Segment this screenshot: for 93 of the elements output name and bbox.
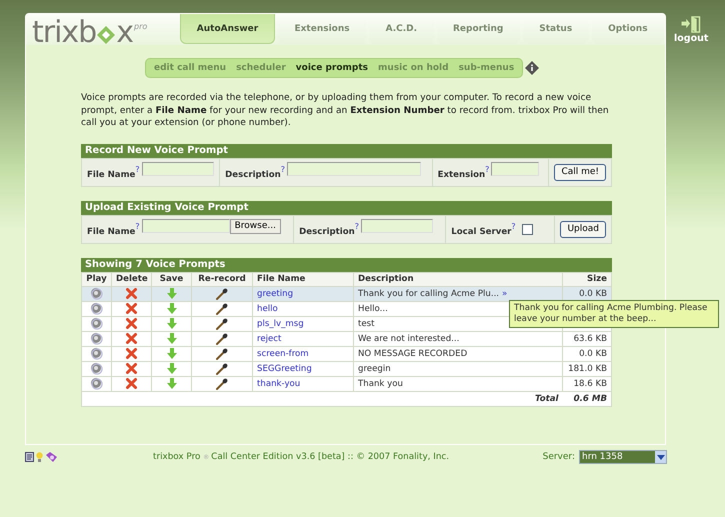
column-header: Save — [152, 272, 192, 286]
help-link[interactable]: ? — [511, 222, 516, 230]
exit-door-icon[interactable] — [681, 16, 702, 33]
delete-icon[interactable] — [126, 363, 137, 374]
field-label: Local Server — [451, 226, 512, 236]
field-label: Description — [225, 170, 281, 180]
download-icon[interactable] — [166, 303, 176, 314]
description-text: Hello... — [358, 304, 388, 314]
file-name-link[interactable]: reject — [257, 334, 282, 344]
microphone-icon[interactable] — [216, 302, 228, 314]
microphone-icon[interactable] — [216, 318, 228, 330]
file-name-link[interactable]: hello — [257, 304, 278, 314]
document-icon[interactable] — [25, 452, 34, 462]
delete-icon[interactable] — [126, 303, 137, 314]
extension-field[interactable] — [491, 162, 540, 176]
file-name-link[interactable]: pls_lv_msg — [257, 318, 304, 328]
description-text: NO MESSAGE RECORDED — [358, 348, 468, 358]
microphone-icon[interactable] — [216, 378, 228, 390]
description-text: Thank you for calling Acme Plu... — [358, 288, 500, 298]
help-link[interactable]: ? — [135, 222, 140, 230]
column-header: Play — [82, 272, 112, 286]
description-text: test — [358, 318, 375, 328]
download-icon[interactable] — [166, 318, 176, 329]
table-cell[interactable]: thank-you — [252, 376, 354, 391]
call-me-button[interactable]: Call me! — [554, 164, 606, 180]
file-size: 0.0 KB — [579, 348, 607, 358]
description-text: We are not interested... — [358, 334, 460, 344]
help-link[interactable]: ? — [135, 164, 140, 174]
description-text: greegin — [358, 364, 391, 374]
download-icon[interactable] — [166, 333, 176, 344]
delete-icon[interactable] — [126, 288, 137, 299]
microphone-icon[interactable] — [216, 348, 228, 360]
file-name-link[interactable]: screen-from — [257, 348, 309, 358]
caret-icon[interactable] — [656, 454, 664, 460]
delete-icon[interactable] — [126, 378, 137, 389]
download-icon[interactable] — [166, 378, 176, 389]
submenu-link[interactable]: voice prompts — [296, 63, 368, 73]
lightbulb-icon[interactable] — [36, 452, 43, 462]
server-label: Server: — [542, 452, 575, 462]
field-label: File Name — [87, 226, 136, 236]
field-label: File Name — [87, 170, 136, 180]
help-link[interactable]: ? — [485, 164, 490, 174]
description-field[interactable] — [287, 162, 422, 176]
upload-button[interactable]: Upload — [560, 220, 606, 238]
file-name-link[interactable]: greeting — [257, 288, 294, 298]
download-icon[interactable] — [166, 363, 176, 374]
server-dropdown[interactable]: hrn 1358 — [579, 450, 667, 464]
table-cell[interactable]: hello — [252, 301, 354, 316]
logout-button[interactable]: logout — [674, 16, 708, 44]
description-field[interactable] — [361, 219, 433, 233]
table-cell[interactable]: greeting — [252, 286, 354, 301]
description-text: Thank you — [358, 378, 403, 388]
nav-tab[interactable]: AutoAnswer — [180, 14, 275, 44]
local-server-checkbox[interactable] — [522, 224, 533, 234]
download-icon[interactable] — [166, 348, 176, 359]
description-tooltip: Thank you for calling Acme Plumbing. Please leave your number at the beep... — [509, 300, 719, 328]
column-header: File Name — [252, 272, 354, 286]
help-link[interactable]: ? — [280, 164, 286, 174]
info-icon[interactable] — [525, 61, 540, 75]
column-header: Description — [354, 272, 562, 286]
file-size: 18.6 KB — [574, 378, 607, 388]
total-size: 0.6 MB — [574, 394, 607, 404]
column-header: Delete — [112, 272, 152, 286]
delete-icon[interactable] — [126, 348, 137, 359]
field-label: Description — [299, 226, 355, 236]
browse-button[interactable]: Browse... — [230, 218, 281, 234]
intro-text: Voice prompts are recorded via the telephone, or by uploading them from your computer. To record a new voice prompt, enter a File Name for your new recording and an Extension Number to record from. trixbox Pro will then call you at your extension (or phone number). — [81, 92, 610, 130]
file-name-link[interactable]: SEGGreeting — [257, 364, 312, 374]
table-cell[interactable]: screen-from — [252, 346, 354, 361]
table-cell[interactable]: pls_lv_msg — [252, 316, 354, 331]
section-header: Upload Existing Voice Prompt — [81, 200, 612, 214]
table-cell[interactable]: SEGGreeting — [252, 361, 354, 376]
field-label: Extension — [438, 170, 486, 180]
column-header: Re-record — [192, 272, 252, 286]
file-size: 0.0 KB — [579, 288, 607, 298]
download-icon[interactable] — [166, 288, 176, 299]
microphone-icon[interactable] — [216, 332, 228, 344]
total-label: Total — [534, 394, 558, 404]
file-size: 181.0 KB — [568, 364, 607, 374]
expand-link[interactable]: » — [502, 288, 508, 298]
file-size: 63.6 KB — [574, 334, 607, 344]
file-name-field[interactable] — [142, 162, 214, 176]
section-header: Record New Voice Prompt — [81, 144, 612, 158]
help-link[interactable]: ? — [354, 222, 359, 230]
microphone-icon[interactable] — [216, 362, 228, 374]
delete-icon[interactable] — [126, 318, 137, 329]
microphone-icon[interactable] — [216, 288, 228, 300]
section-header: Showing 7 Voice Prompts — [81, 258, 612, 272]
file-path-field[interactable] — [142, 219, 230, 233]
table-cell[interactable]: reject — [252, 331, 354, 346]
file-name-link[interactable]: thank-you — [257, 378, 300, 388]
column-header: Size — [562, 272, 612, 286]
delete-icon[interactable] — [126, 333, 137, 344]
